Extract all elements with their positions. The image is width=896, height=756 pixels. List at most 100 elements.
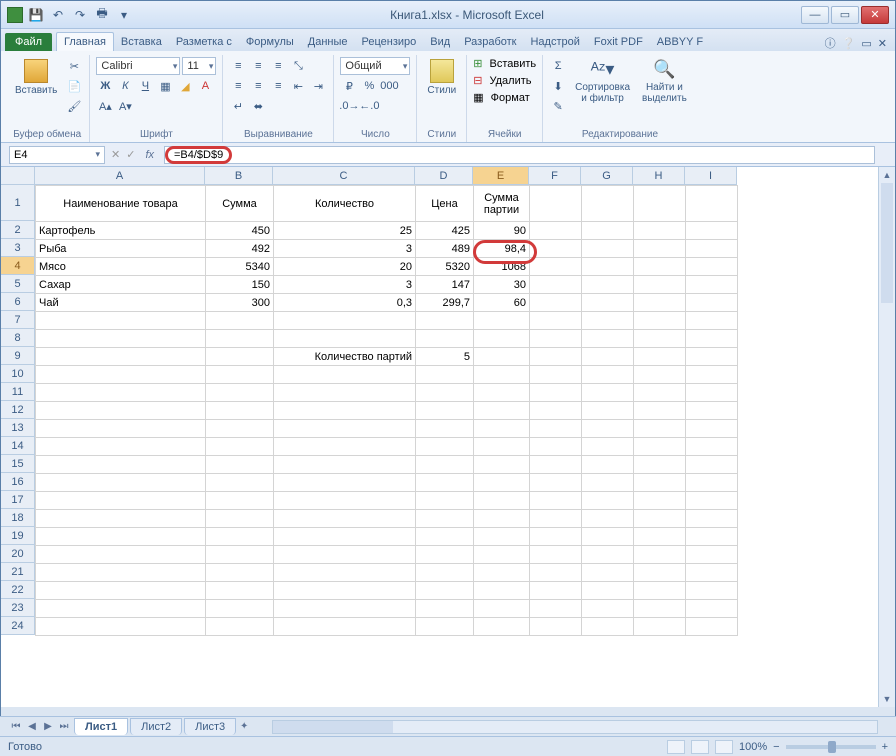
cell[interactable]: [416, 546, 474, 564]
cell[interactable]: 147: [416, 276, 474, 294]
cell[interactable]: [582, 528, 634, 546]
cell[interactable]: [582, 582, 634, 600]
cell[interactable]: [274, 420, 416, 438]
cell[interactable]: [274, 366, 416, 384]
cell[interactable]: [474, 564, 530, 582]
cell[interactable]: [582, 222, 634, 240]
row-header-22[interactable]: 22: [1, 581, 35, 599]
cell[interactable]: [206, 474, 274, 492]
format-cells-button[interactable]: ▦ Формат: [473, 91, 536, 104]
cell[interactable]: [36, 402, 206, 420]
cell[interactable]: [416, 618, 474, 636]
cell[interactable]: [530, 312, 582, 330]
styles-button[interactable]: Стили: [423, 57, 460, 98]
cell[interactable]: [474, 492, 530, 510]
qat-more-icon[interactable]: ▾: [115, 6, 133, 24]
cell[interactable]: [36, 330, 206, 348]
cell[interactable]: [686, 582, 738, 600]
cell[interactable]: [206, 618, 274, 636]
tab-formulas[interactable]: Формулы: [239, 33, 301, 51]
number-format-combo[interactable]: Общий: [340, 57, 410, 75]
cell[interactable]: [634, 420, 686, 438]
cell[interactable]: [582, 546, 634, 564]
minimize-button[interactable]: —: [801, 6, 829, 24]
row-header-2[interactable]: 2: [1, 221, 35, 239]
cell[interactable]: [530, 348, 582, 366]
increase-font-icon[interactable]: A▴: [96, 97, 114, 115]
cell[interactable]: 0,3: [274, 294, 416, 312]
cell[interactable]: [686, 420, 738, 438]
cell[interactable]: [582, 330, 634, 348]
cell[interactable]: [686, 186, 738, 222]
cell[interactable]: [36, 366, 206, 384]
cell[interactable]: 60: [474, 294, 530, 312]
cell[interactable]: [474, 474, 530, 492]
cell[interactable]: [530, 456, 582, 474]
cell[interactable]: [530, 402, 582, 420]
cell[interactable]: [530, 618, 582, 636]
row-header-10[interactable]: 10: [1, 365, 35, 383]
worksheet-grid[interactable]: ABCDEFGHI 123456789101112131415161718192…: [1, 167, 895, 707]
cell[interactable]: 20: [274, 258, 416, 276]
underline-button[interactable]: Ч: [136, 77, 154, 95]
decrease-decimal-icon[interactable]: ←.0: [360, 97, 378, 115]
align-right-icon[interactable]: ≡: [269, 77, 287, 95]
col-header-e[interactable]: E: [473, 167, 529, 185]
cell[interactable]: [206, 420, 274, 438]
zoom-slider[interactable]: [786, 745, 876, 749]
horizontal-scrollbar[interactable]: [272, 720, 878, 734]
cell[interactable]: [582, 510, 634, 528]
cell[interactable]: [36, 312, 206, 330]
cell[interactable]: [582, 348, 634, 366]
cell[interactable]: [582, 564, 634, 582]
cell[interactable]: 489: [416, 240, 474, 258]
cell[interactable]: [206, 582, 274, 600]
sheet-tab-3[interactable]: Лист3: [184, 718, 236, 735]
orientation-icon[interactable]: ⤡: [289, 57, 307, 75]
cell[interactable]: [474, 456, 530, 474]
cell[interactable]: [634, 348, 686, 366]
save-icon[interactable]: 💾: [27, 6, 45, 24]
cell[interactable]: [416, 582, 474, 600]
cell[interactable]: [36, 474, 206, 492]
cell[interactable]: [530, 582, 582, 600]
cell[interactable]: [416, 510, 474, 528]
cell[interactable]: [686, 258, 738, 276]
italic-button[interactable]: К: [116, 77, 134, 95]
row-header-8[interactable]: 8: [1, 329, 35, 347]
cut-icon[interactable]: ✂: [65, 57, 83, 75]
cell[interactable]: [416, 456, 474, 474]
row-header-1[interactable]: 1: [1, 185, 35, 221]
copy-icon[interactable]: 📄: [65, 77, 83, 95]
cell[interactable]: [634, 582, 686, 600]
find-select-button[interactable]: 🔍 Найти и выделить: [638, 57, 691, 106]
row-header-19[interactable]: 19: [1, 527, 35, 545]
wrap-text-icon[interactable]: ↵: [229, 97, 247, 115]
cell[interactable]: [274, 564, 416, 582]
tab-review[interactable]: Рецензиро: [355, 33, 424, 51]
sheet-tab-2[interactable]: Лист2: [130, 718, 182, 735]
cell[interactable]: [274, 492, 416, 510]
cell[interactable]: [582, 276, 634, 294]
cell[interactable]: [474, 312, 530, 330]
cell[interactable]: [530, 528, 582, 546]
font-color-button[interactable]: A: [196, 77, 214, 95]
cell[interactable]: [582, 384, 634, 402]
format-painter-icon[interactable]: 🖌: [65, 97, 83, 115]
cell[interactable]: [274, 456, 416, 474]
cell[interactable]: [582, 600, 634, 618]
prev-sheet-icon[interactable]: ◀: [24, 719, 40, 735]
cell[interactable]: [206, 564, 274, 582]
cell[interactable]: Чай: [36, 294, 206, 312]
cell[interactable]: [686, 564, 738, 582]
cell[interactable]: [206, 348, 274, 366]
cell[interactable]: [582, 258, 634, 276]
cell[interactable]: [686, 402, 738, 420]
cell[interactable]: 5: [416, 348, 474, 366]
cell[interactable]: [206, 312, 274, 330]
cell[interactable]: [530, 240, 582, 258]
cell[interactable]: [530, 330, 582, 348]
cell[interactable]: [686, 474, 738, 492]
cell[interactable]: Сумма партии: [474, 186, 530, 222]
fx-icon[interactable]: fx: [145, 149, 154, 161]
